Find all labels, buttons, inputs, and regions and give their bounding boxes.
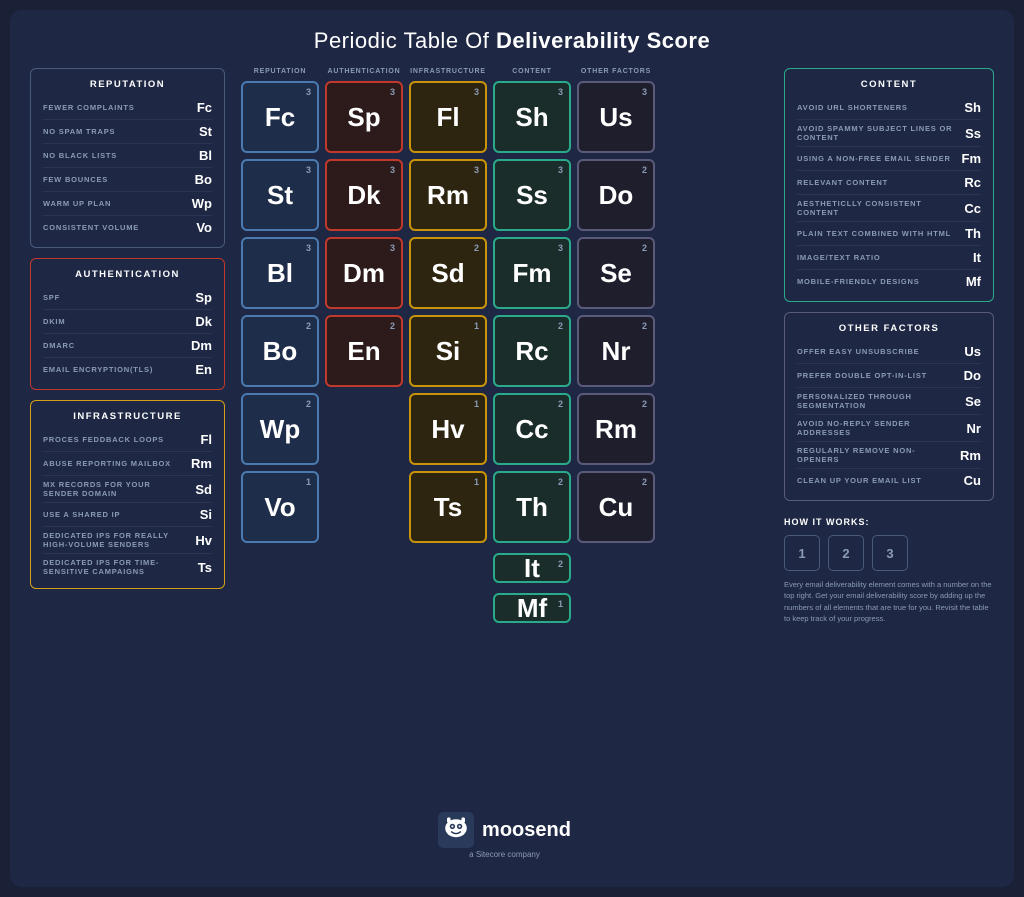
how-description: Every email deliverability element comes… xyxy=(784,579,994,624)
reputation-title: REPUTATION xyxy=(43,79,212,90)
element-bo: 2Bo xyxy=(241,315,319,387)
list-item: PREFER DOUBLE OPT-IN-LIST Do xyxy=(797,366,981,385)
list-item: AVOID NO-REPLY SENDER ADDRESSES Nr xyxy=(797,417,981,439)
element-se: 2Se xyxy=(577,237,655,309)
element-mf: 1Mf xyxy=(493,593,571,623)
header-content: CONTENT xyxy=(493,68,571,75)
infrastructure-box: INFRASTRUCTURE PROCES FEDDBACK LOOPS Fl … xyxy=(30,400,225,589)
element-ts: 1Ts xyxy=(409,471,487,543)
other-title: OTHER FACTORS xyxy=(797,323,981,334)
element-it: 2It xyxy=(493,553,571,583)
element-rm2: 2Rm xyxy=(577,393,655,465)
element-empty-1 xyxy=(325,393,403,465)
list-item: ABUSE REPORTING MAILBOX Rm xyxy=(43,454,212,473)
reputation-box: REPUTATION FEWER COMPLAINTS Fc NO SPAM T… xyxy=(30,68,225,248)
element-us: 3Us xyxy=(577,81,655,153)
list-item: AVOID SPAMMY SUBJECT LINES OR CONTENT Ss xyxy=(797,122,981,144)
list-item: AVOID URL SHORTENERS Sh xyxy=(797,98,981,117)
element-en: 2En xyxy=(325,315,403,387)
branding: moosend a Sitecore company xyxy=(237,798,772,859)
list-item: RELEVANT CONTENT Rc xyxy=(797,173,981,192)
element-nr: 2Nr xyxy=(577,315,655,387)
other-factors-box: OTHER FACTORS OFFER EASY UNSUBSCRIBE Us … xyxy=(784,312,994,501)
element-grid: 3Fc 3Sp 3Fl 3Sh 3Us 3St 3Dk 3Rm 3Ss 2Do … xyxy=(237,81,772,543)
list-item: EMAIL ENCRYPTION(TLS) En xyxy=(43,360,212,379)
list-item: CLEAN UP YOUR EMAIL LIST Cu xyxy=(797,471,981,490)
element-cc: 2Cc xyxy=(493,393,571,465)
element-fm: 3Fm xyxy=(493,237,571,309)
element-rc: 2Rc xyxy=(493,315,571,387)
list-item: PROCES FEDDBACK LOOPS Fl xyxy=(43,430,212,449)
content-title: CONTENT xyxy=(797,79,981,90)
element-sd: 2Sd xyxy=(409,237,487,309)
list-item: FEW BOUNCES Bo xyxy=(43,170,212,189)
element-sh: 3Sh xyxy=(493,81,571,153)
main-container: Periodic Table Of Deliverability Score R… xyxy=(10,10,1014,887)
right-sidebar: CONTENT AVOID URL SHORTENERS Sh AVOID SP… xyxy=(784,68,994,859)
element-fc: 3Fc xyxy=(241,81,319,153)
list-item: REGULARLY REMOVE NON-OPENERS Rm xyxy=(797,444,981,466)
list-item: USE A SHARED IP Si xyxy=(43,505,212,524)
element-dm: 3Dm xyxy=(325,237,403,309)
element-st: 3St xyxy=(241,159,319,231)
element-si: 1Si xyxy=(409,315,487,387)
element-rm: 3Rm xyxy=(409,159,487,231)
element-hv: 1Hv xyxy=(409,393,487,465)
how-box-1: 1 xyxy=(784,535,820,571)
list-item: MOBILE-FRIENDLY DESIGNS Mf xyxy=(797,272,981,291)
list-item: NO SPAM TRAPS St xyxy=(43,122,212,141)
content-box: CONTENT AVOID URL SHORTENERS Sh AVOID SP… xyxy=(784,68,994,302)
list-item: WARM UP PLAN Wp xyxy=(43,194,212,213)
how-title: HOW IT WORKS: xyxy=(784,517,994,527)
table-headers: REPUTATION AUTHENTICATION INFRASTRUCTURE… xyxy=(237,68,772,75)
brand-subtitle: a Sitecore company xyxy=(469,850,540,859)
header-reputation: REPUTATION xyxy=(241,68,319,75)
list-item: AESTHETICLLY CONSISTENT CONTENT Cc xyxy=(797,197,981,219)
element-ss: 3Ss xyxy=(493,159,571,231)
list-item: PERSONALIZED THROUGH SEGMENTATION Se xyxy=(797,390,981,412)
list-item: IMAGE/TEXT RATIO It xyxy=(797,248,981,267)
list-item: CONSISTENT VOLUME Vo xyxy=(43,218,212,237)
element-dk: 3Dk xyxy=(325,159,403,231)
element-th: 2Th xyxy=(493,471,571,543)
list-item: DEDICATED IPS FOR TIME-SENSITIVE CAMPAIG… xyxy=(43,556,212,578)
header-authentication: AUTHENTICATION xyxy=(325,68,403,75)
list-item: NO BLACK LISTS Bl xyxy=(43,146,212,165)
element-fl: 3Fl xyxy=(409,81,487,153)
list-item: MX RECORDS FOR YOUR SENDER DOMAIN Sd xyxy=(43,478,212,500)
left-sidebar: REPUTATION FEWER COMPLAINTS Fc NO SPAM T… xyxy=(30,68,225,859)
element-cu: 2Cu xyxy=(577,471,655,543)
authentication-box: AUTHENTICATION SPF Sp DKIM Dk DMARC Dm E xyxy=(30,258,225,390)
element-bl: 3Bl xyxy=(241,237,319,309)
list-item: DEDICATED IPS FOR REALLY HIGH-VOLUME SEN… xyxy=(43,529,212,551)
how-it-works-box: HOW IT WORKS: 1 2 3 Every email delivera… xyxy=(784,511,994,630)
periodic-table: REPUTATION AUTHENTICATION INFRASTRUCTURE… xyxy=(237,68,772,859)
list-item: DKIM Dk xyxy=(43,312,212,331)
list-item: PLAIN TEXT COMBINED WITH HTML Th xyxy=(797,224,981,243)
list-item: DMARC Dm xyxy=(43,336,212,355)
element-wp: 2Wp xyxy=(241,393,319,465)
element-do: 2Do xyxy=(577,159,655,231)
infrastructure-title: INFRASTRUCTURE xyxy=(43,411,212,422)
brand-name: moosend xyxy=(482,819,571,842)
how-box-2: 2 xyxy=(828,535,864,571)
element-vo: 1Vo xyxy=(241,471,319,543)
list-item: SPF Sp xyxy=(43,288,212,307)
header-other: OTHER FACTORS xyxy=(577,68,655,75)
how-box-3: 3 xyxy=(872,535,908,571)
header-infrastructure: INFRASTRUCTURE xyxy=(409,68,487,75)
element-empty-2 xyxy=(325,471,403,543)
page-title: Periodic Table Of Deliverability Score xyxy=(30,28,994,54)
list-item: OFFER EASY UNSUBSCRIBE Us xyxy=(797,342,981,361)
list-item: FEWER COMPLAINTS Fc xyxy=(43,98,212,117)
how-boxes: 1 2 3 xyxy=(784,535,994,571)
list-item: USING A NON-FREE EMAIL SENDER Fm xyxy=(797,149,981,168)
element-sp: 3Sp xyxy=(325,81,403,153)
brand-logo: moosend xyxy=(438,812,571,848)
authentication-title: AUTHENTICATION xyxy=(43,269,212,280)
